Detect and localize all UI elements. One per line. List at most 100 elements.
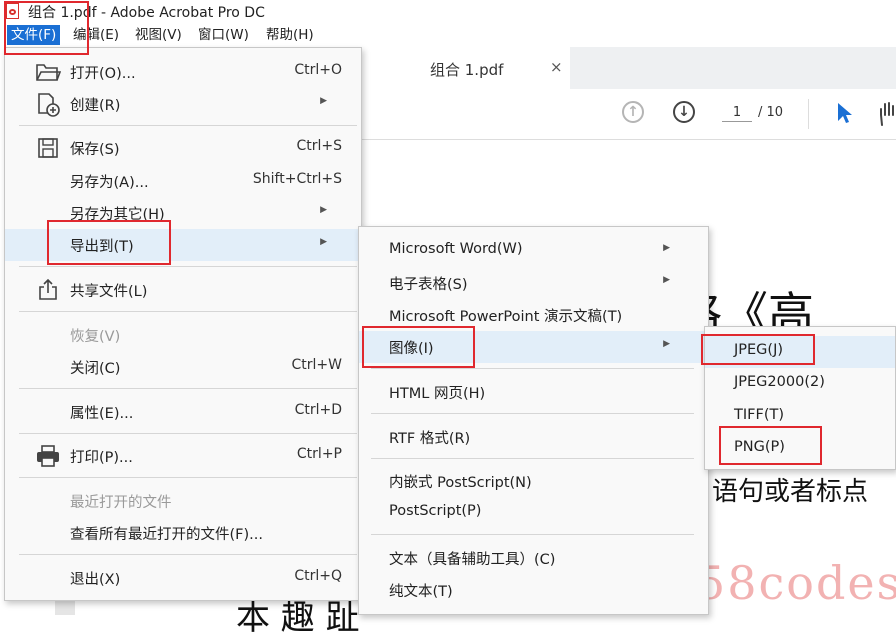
share-label: 共享文件(L) [70, 284, 148, 300]
tab-title: 组合 1.pdf [430, 61, 504, 79]
menu-item-export-to[interactable]: 导出到(T) ▶ [5, 229, 361, 261]
export-item-spreadsheet[interactable]: 电子表格(S) ▶ [359, 267, 708, 299]
jpeg2000-label: JPEG2000(2) [734, 374, 825, 390]
create-pdf-icon [38, 93, 60, 117]
menu-divider [19, 388, 357, 389]
view-all-recent-label: 查看所有最近打开的文件(F)... [70, 527, 263, 543]
export-item-rtf[interactable]: RTF 格式(R) [359, 421, 708, 453]
menu-item-properties[interactable]: 属性(E)... Ctrl+D [5, 396, 361, 428]
menu-item-save-as-other[interactable]: 另存为其它(H) ▶ [5, 197, 361, 229]
postscript-label: PostScript(P) [389, 503, 482, 519]
next-page-icon[interactable]: ↓ [673, 101, 695, 123]
image-item-jpeg[interactable]: JPEG(J) [705, 336, 895, 368]
menu-item-print[interactable]: 打印(P)... Ctrl+P [5, 440, 361, 472]
printer-icon [37, 445, 59, 467]
image-item-png[interactable]: PNG(P) [705, 433, 895, 465]
file-menu: 打开(O)... Ctrl+O 创建(R) ▶ 保存(S) Ctrl+S 另存为… [4, 47, 362, 601]
export-item-eps[interactable]: 内嵌式 PostScript(N) [359, 465, 708, 497]
menu-item-open[interactable]: 打开(O)... Ctrl+O [5, 56, 361, 88]
plain-text-label: 纯文本(T) [389, 584, 453, 600]
page-number-input[interactable]: 1 [722, 105, 752, 122]
export-item-accessible-text[interactable]: 文本（具备辅助工具）(C) [359, 542, 708, 574]
document-tab[interactable]: 组合 1.pdf × [360, 47, 570, 89]
menu-view[interactable]: 视图(V) [135, 25, 182, 45]
open-folder-icon [36, 64, 61, 81]
menu-divider [19, 266, 357, 267]
window-title: 组合 1.pdf - Adobe Acrobat Pro DC [28, 5, 265, 21]
title-bar: 组合 1.pdf - Adobe Acrobat Pro DC [0, 0, 896, 22]
toolbar-divider [808, 99, 809, 129]
open-label: 打开(O)... [70, 66, 136, 82]
menu-divider [19, 554, 357, 555]
submenu-arrow-icon: ▶ [320, 237, 327, 247]
menu-item-save-as[interactable]: 另存为(A)... Shift+Ctrl+S [5, 165, 361, 197]
properties-shortcut: Ctrl+D [294, 402, 342, 418]
select-pointer-icon[interactable] [836, 101, 854, 125]
menu-divider [371, 368, 694, 369]
menu-window[interactable]: 窗口(W) [198, 25, 249, 45]
export-item-plain-text[interactable]: 纯文本(T) [359, 574, 708, 606]
submenu-arrow-icon: ▶ [663, 275, 670, 285]
properties-label: 属性(E)... [70, 406, 134, 422]
word-label: Microsoft Word(W) [389, 241, 523, 257]
save-label: 保存(S) [70, 142, 120, 158]
submenu-arrow-icon: ▶ [320, 205, 327, 215]
menu-divider [371, 458, 694, 459]
menu-item-view-all-recent[interactable]: 查看所有最近打开的文件(F)... [5, 517, 361, 549]
page-toolbar: ↑ ↓ 1 / 10 [360, 89, 896, 140]
submenu-arrow-icon: ▶ [320, 96, 327, 106]
menu-item-exit[interactable]: 退出(X) Ctrl+Q [5, 562, 361, 594]
export-item-image[interactable]: 图像(I) ▶ [359, 331, 708, 363]
export-item-postscript[interactable]: PostScript(P) [359, 497, 708, 529]
export-item-word[interactable]: Microsoft Word(W) ▶ [359, 235, 708, 267]
menu-divider [371, 413, 694, 414]
tab-close-icon[interactable]: × [550, 58, 563, 76]
menu-item-recent-files: 最近打开的文件 [5, 485, 361, 517]
accessible-text-label: 文本（具备辅助工具）(C) [389, 552, 556, 568]
page-total: / 10 [758, 105, 784, 120]
print-label: 打印(P)... [70, 450, 133, 466]
jpeg-label: JPEG(J) [734, 342, 784, 358]
spreadsheet-label: 电子表格(S) [389, 277, 468, 293]
save-disk-icon [38, 138, 58, 158]
export-to-label: 导出到(T) [70, 239, 134, 255]
submenu-arrow-icon: ▶ [663, 243, 670, 253]
open-shortcut: Ctrl+O [294, 62, 342, 78]
image-format-submenu: JPEG(J) JPEG2000(2) TIFF(T) PNG(P) [704, 326, 896, 470]
menu-file[interactable]: 文件(F) [7, 25, 61, 45]
create-label: 创建(R) [70, 98, 121, 114]
save-as-label: 另存为(A)... [70, 175, 149, 191]
menu-help[interactable]: 帮助(H) [266, 25, 314, 45]
menu-edit[interactable]: 编辑(E) [73, 25, 119, 45]
image-item-tiff[interactable]: TIFF(T) [705, 401, 895, 433]
tiff-label: TIFF(T) [734, 407, 784, 423]
save-shortcut: Ctrl+S [296, 138, 342, 154]
html-label: HTML 网页(H) [389, 386, 486, 402]
image-item-jpeg2000[interactable]: JPEG2000(2) [705, 368, 895, 400]
rtf-label: RTF 格式(R) [389, 431, 471, 447]
image-label: 图像(I) [389, 341, 434, 357]
save-as-shortcut: Shift+Ctrl+S [252, 171, 342, 187]
share-upload-icon [39, 278, 57, 300]
menu-divider [19, 477, 357, 478]
export-item-powerpoint[interactable]: Microsoft PowerPoint 演示文稿(T) [359, 299, 708, 331]
watermark: 58codes [696, 556, 896, 610]
export-item-html[interactable]: HTML 网页(H) [359, 376, 708, 408]
close-shortcut: Ctrl+W [291, 357, 342, 373]
exit-label: 退出(X) [70, 572, 121, 588]
document-text-fragment: 语句或者标点 [712, 477, 869, 507]
acrobat-pdf-icon [6, 3, 19, 19]
menu-divider [19, 311, 357, 312]
document-tab-bar: 组合 1.pdf × [360, 47, 896, 89]
previous-page-icon[interactable]: ↑ [622, 101, 644, 123]
menu-divider [19, 433, 357, 434]
menu-item-share[interactable]: 共享文件(L) [5, 274, 361, 306]
menu-item-close[interactable]: 关闭(C) Ctrl+W [5, 351, 361, 383]
menu-item-create[interactable]: 创建(R) ▶ [5, 88, 361, 120]
png-label: PNG(P) [734, 439, 785, 455]
export-submenu: Microsoft Word(W) ▶ 电子表格(S) ▶ Microsoft … [358, 226, 709, 615]
eps-label: 内嵌式 PostScript(N) [389, 475, 532, 491]
hand-tool-icon[interactable] [878, 101, 896, 127]
menu-item-save[interactable]: 保存(S) Ctrl+S [5, 132, 361, 164]
menu-divider [371, 534, 694, 535]
